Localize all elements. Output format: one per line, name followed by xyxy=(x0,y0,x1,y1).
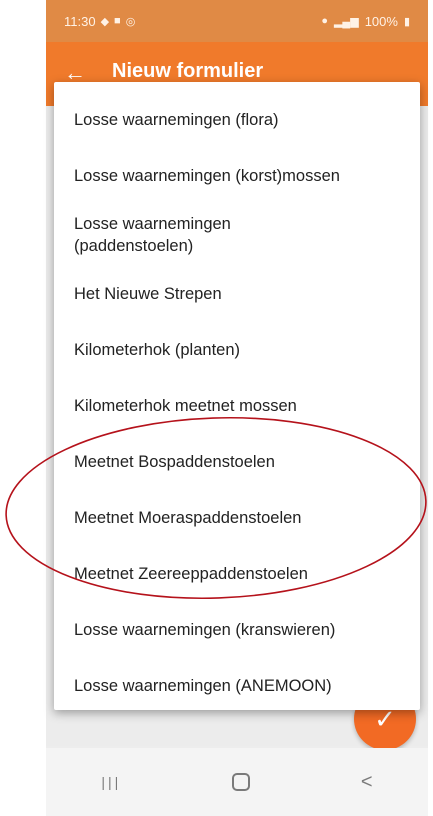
menu-item-label: Losse waarnemingen (paddenstoelen) xyxy=(74,215,231,255)
menu-item-losse-anemoon[interactable]: Losse waarnemingen (ANEMOON) xyxy=(54,658,420,714)
system-nav-bar: ||| < xyxy=(46,748,428,816)
status-left: 11:30 ◆ ■ ◎ xyxy=(64,14,135,29)
home-icon[interactable] xyxy=(232,773,251,791)
menu-item-label: Losse waarnemingen (flora) xyxy=(74,111,279,129)
menu-item-label: Kilometerhok (planten) xyxy=(74,341,240,359)
sync-icon: ◎ xyxy=(125,15,136,28)
menu-item-label: Losse waarnemingen (korst)mossen xyxy=(74,167,340,185)
status-right: ● ▂▄▆ 100% ▮ xyxy=(321,14,410,29)
menu-item-meetnet-moeraspaddenstoelen[interactable]: Meetnet Moeraspaddenstoelen xyxy=(54,490,420,546)
menu-item-kilometerhok-mossen[interactable]: Kilometerhok meetnet mossen xyxy=(54,378,420,434)
page-title: Nieuw formulier xyxy=(112,60,264,82)
menu-item-label: Losse waarnemingen (kranswieren) xyxy=(74,621,336,639)
form-type-dropdown-menu: Losse waarnemingen (flora) Losse waarnem… xyxy=(54,82,420,710)
menu-item-losse-kranswieren[interactable]: Losse waarnemingen (kranswieren) xyxy=(54,602,420,658)
menu-item-label: Losse waarnemingen (ANEMOON) xyxy=(74,677,332,695)
status-time: 11:30 xyxy=(64,13,96,29)
nav-back-icon[interactable]: < xyxy=(361,771,373,794)
gallery-icon: ■ xyxy=(114,15,121,27)
battery-level: 100% xyxy=(364,13,398,29)
menu-item-meetnet-bospaddenstoelen[interactable]: Meetnet Bospaddenstoelen xyxy=(54,434,420,490)
location-icon: ● xyxy=(321,15,328,27)
menu-item-meetnet-zeereeppaddenstoelen[interactable]: Meetnet Zeereeppaddenstoelen xyxy=(54,546,420,602)
menu-item-losse-korstmossen[interactable]: Losse waarnemingen (korst)mossen xyxy=(54,148,420,204)
menu-item-losse-flora[interactable]: Losse waarnemingen (flora) xyxy=(54,92,420,148)
menu-item-label: Meetnet Zeereeppaddenstoelen xyxy=(74,565,308,583)
menu-item-label: Kilometerhok meetnet mossen xyxy=(74,397,297,415)
menu-item-het-nieuwe-strepen[interactable]: Het Nieuwe Strepen xyxy=(54,266,420,322)
battery-icon: ▮ xyxy=(403,15,410,28)
notification-icon: ◆ xyxy=(100,15,110,28)
signal-icon: ▂▄▆ xyxy=(333,15,359,28)
menu-item-label: Meetnet Bospaddenstoelen xyxy=(74,453,275,471)
menu-item-kilometerhok-planten[interactable]: Kilometerhok (planten) xyxy=(54,322,420,378)
menu-item-losse-paddenstoelen[interactable]: Losse waarnemingen (paddenstoelen) xyxy=(54,204,420,266)
status-bar: 11:30 ◆ ■ ◎ ● ▂▄▆ 100% ▮ xyxy=(46,0,428,42)
menu-item-label: Meetnet Moeraspaddenstoelen xyxy=(74,509,302,527)
menu-item-label: Het Nieuwe Strepen xyxy=(74,285,222,303)
recents-icon[interactable]: ||| xyxy=(101,774,121,790)
